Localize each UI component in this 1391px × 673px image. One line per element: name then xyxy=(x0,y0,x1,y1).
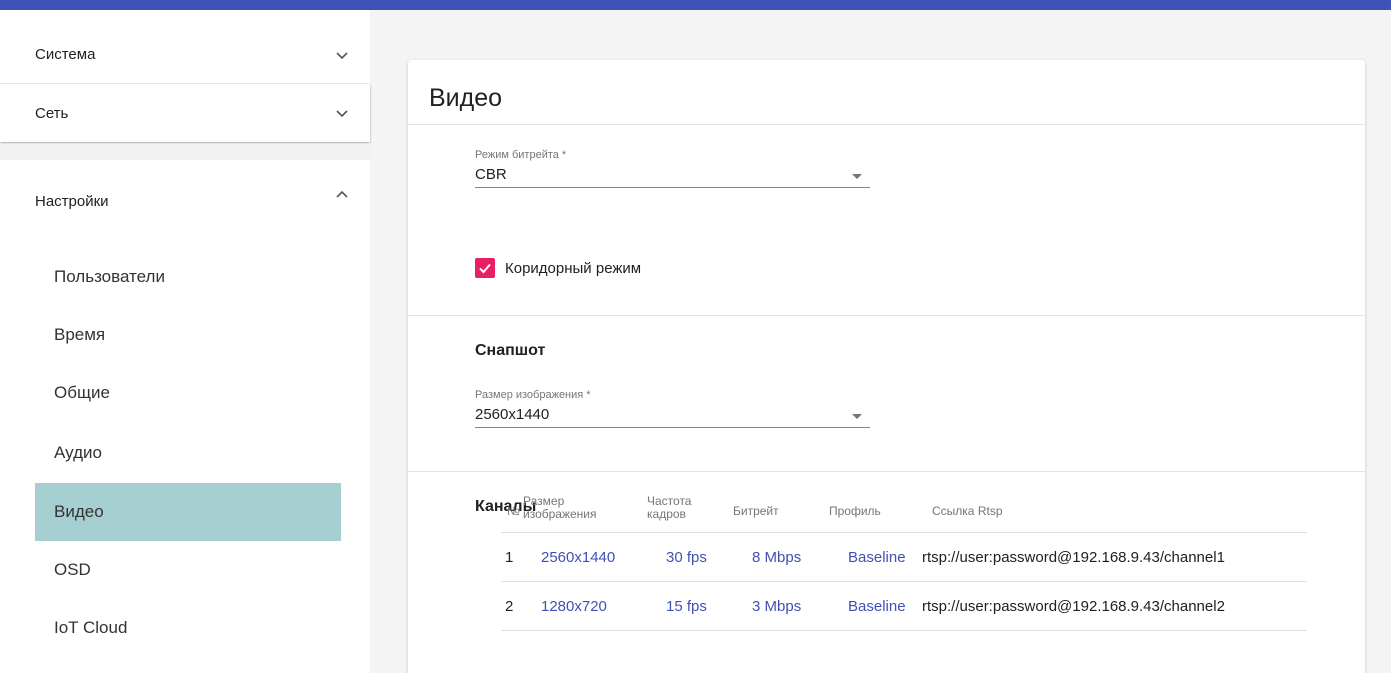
col-fps-header: Частота кадров xyxy=(647,495,691,521)
sidebar-item-audio[interactable]: Аудио xyxy=(35,424,341,482)
sidebar-item-label: Общие xyxy=(54,383,110,402)
sidebar-group-system[interactable]: Система xyxy=(0,26,370,84)
cell-size-link[interactable]: 2560x1440 xyxy=(541,549,615,566)
dropdown-arrow-icon xyxy=(852,174,862,179)
cell-size-link[interactable]: 1280x720 xyxy=(541,598,607,615)
sidebar-group-label: Настройки xyxy=(35,192,109,210)
chevron-down-icon xyxy=(336,110,348,118)
cell-num: 2 xyxy=(505,598,514,615)
col-size-header: Размер изображения xyxy=(523,495,597,521)
sidebar-item-label: IoT Cloud xyxy=(54,618,128,637)
image-size-value[interactable]: 2560x1440 xyxy=(475,406,870,428)
cell-bitrate-link[interactable]: 8 Mbps xyxy=(752,549,801,566)
bitrate-mode-label: Режим битрейта * xyxy=(475,149,567,161)
chevron-up-icon xyxy=(336,190,348,198)
col-rtsp-header: Ссылка Rtsp xyxy=(932,504,1003,518)
corridor-mode-label: Коридорный режим xyxy=(505,259,642,277)
sidebar-item-iot-cloud[interactable]: IoT Cloud xyxy=(35,599,341,657)
sidebar-group-label: Сеть xyxy=(35,104,69,122)
cell-bitrate-link[interactable]: 3 Mbps xyxy=(752,598,801,615)
cell-rtsp: rtsp://user:password@192.168.9.43/channe… xyxy=(922,598,1225,615)
cell-num: 1 xyxy=(505,549,514,566)
col-fps-header-line2: кадров xyxy=(647,507,686,521)
cell-rtsp: rtsp://user:password@192.168.9.43/channe… xyxy=(922,549,1225,566)
cell-profile-link[interactable]: Baseline xyxy=(848,598,906,615)
bitrate-mode-value-text: CBR xyxy=(475,166,507,183)
sidebar-group-label: Система xyxy=(35,46,96,63)
cell-fps-link[interactable]: 30 fps xyxy=(666,549,707,566)
dropdown-arrow-icon xyxy=(852,414,862,419)
image-size-label: Размер изображения * xyxy=(475,389,591,401)
cell-fps-link[interactable]: 15 fps xyxy=(666,598,707,615)
sidebar-item-label: OSD xyxy=(54,560,91,579)
sidebar: Система Сеть Настройки Пользователи Врем… xyxy=(0,10,370,673)
col-size-header-line2: изображения xyxy=(523,507,597,521)
image-size-select[interactable]: Размер изображения * 2560x1440 xyxy=(475,389,870,428)
sidebar-separator xyxy=(0,144,370,160)
check-icon xyxy=(479,263,491,274)
divider xyxy=(408,315,1365,316)
bitrate-mode-select[interactable]: Режим битрейта * CBR xyxy=(475,149,870,188)
sidebar-item-time[interactable]: Время xyxy=(35,306,341,364)
sidebar-group-network[interactable]: Сеть xyxy=(0,84,370,142)
sidebar-item-video[interactable]: Видео xyxy=(35,483,341,541)
corridor-mode-checkbox-row[interactable]: Коридорный режим xyxy=(475,258,641,278)
sidebar-item-users[interactable]: Пользователи xyxy=(35,248,341,306)
sidebar-item-general[interactable]: Общие xyxy=(35,364,341,422)
page-title: Видео xyxy=(429,84,503,112)
sidebar-item-label: Видео xyxy=(54,502,104,521)
divider xyxy=(408,124,1365,125)
table-row: 2 1280x720 15 fps 3 Mbps Baseline rtsp:/… xyxy=(501,582,1307,631)
bitrate-mode-value[interactable]: CBR xyxy=(475,166,870,188)
sidebar-group-settings[interactable]: Настройки xyxy=(0,160,370,242)
table-row: 1 2560x1440 30 fps 8 Mbps Baseline rtsp:… xyxy=(501,533,1307,582)
snapshot-section-title: Снапшот xyxy=(475,342,546,359)
cell-profile-link[interactable]: Baseline xyxy=(848,549,906,566)
image-size-value-text: 2560x1440 xyxy=(475,406,550,423)
corridor-mode-checkbox[interactable] xyxy=(475,258,495,278)
col-num-header: № xyxy=(507,504,520,518)
sidebar-item-osd[interactable]: OSD xyxy=(35,541,341,599)
sidebar-item-label: Аудио xyxy=(54,443,102,462)
col-profile-header: Профиль xyxy=(829,504,881,518)
chevron-down-icon xyxy=(336,51,348,59)
channels-table: № Размер изображения Частота кадров Битр… xyxy=(501,485,1307,631)
sidebar-item-label: Время xyxy=(54,325,106,344)
divider xyxy=(408,471,1365,472)
col-bitrate-header: Битрейт xyxy=(733,504,779,518)
table-header: № Размер изображения Частота кадров Битр… xyxy=(501,485,1307,533)
sidebar-item-label: Пользователи xyxy=(54,267,165,286)
top-app-bar xyxy=(0,0,1391,10)
